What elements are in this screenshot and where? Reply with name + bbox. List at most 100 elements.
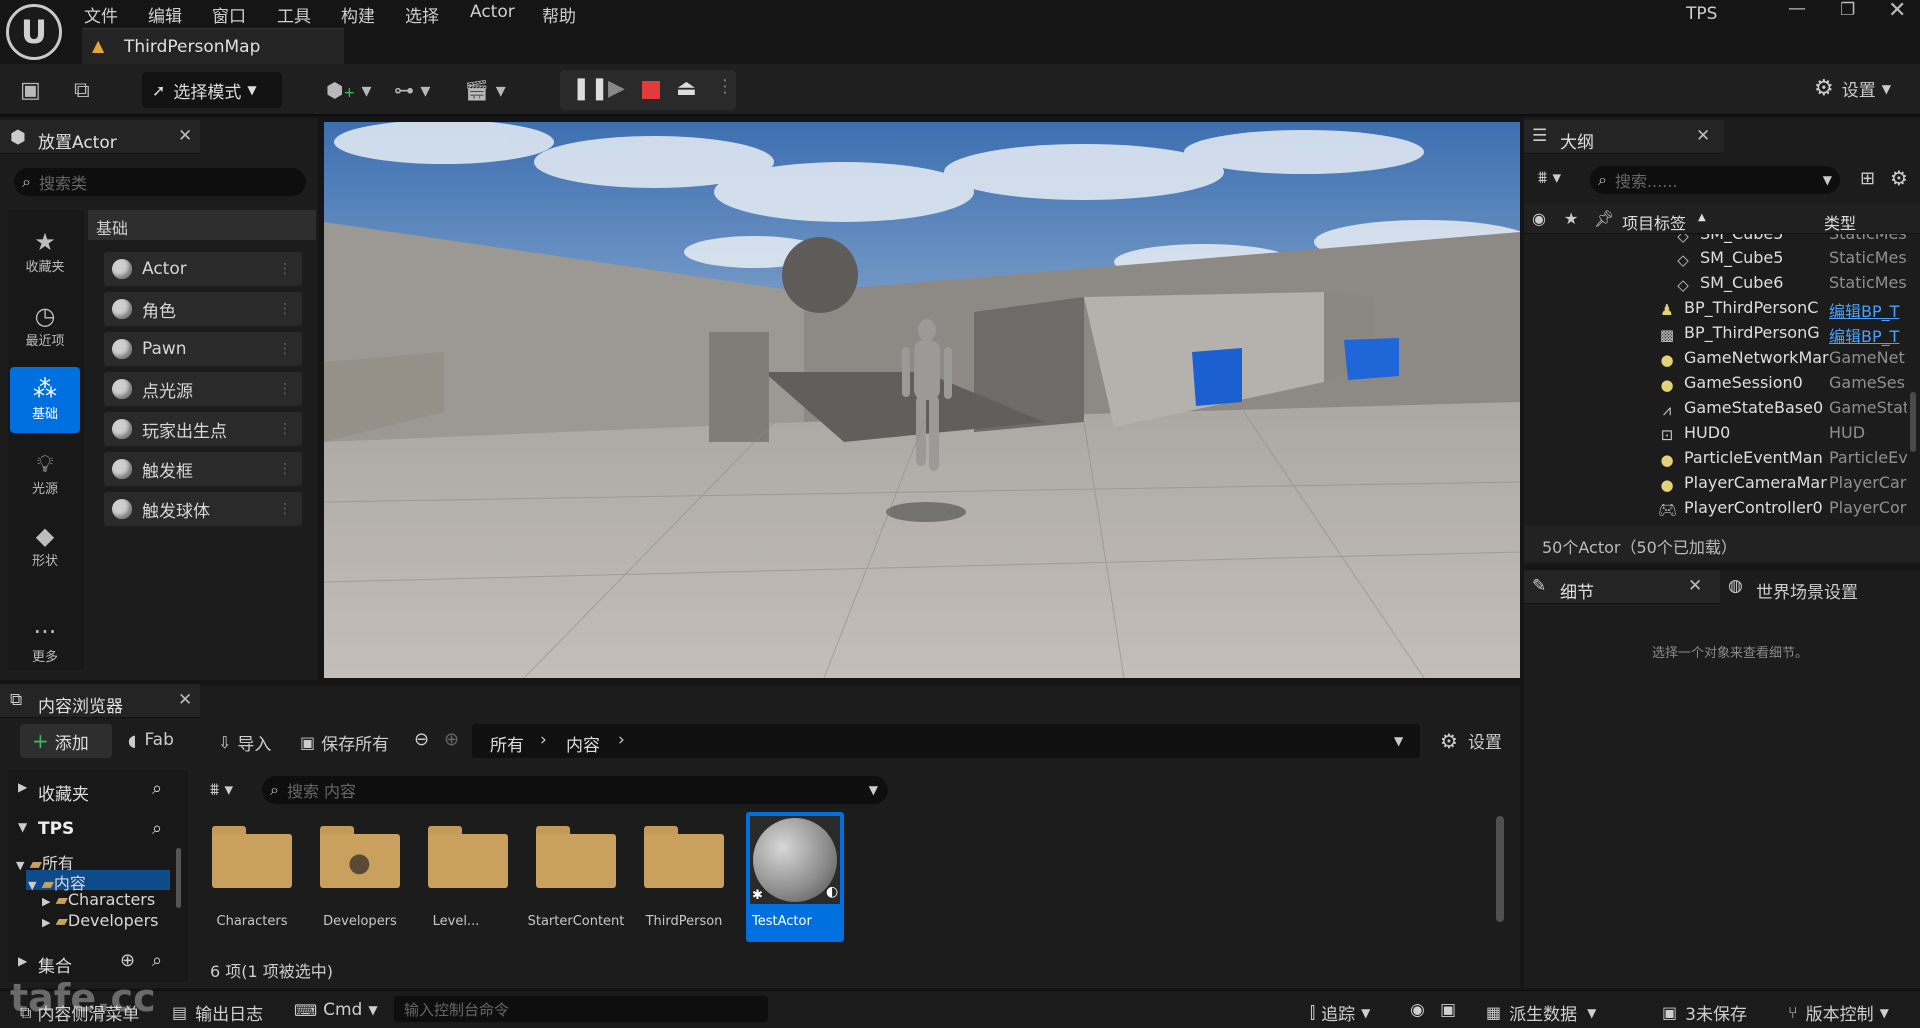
back-icon[interactable]: ⊖ (414, 729, 429, 750)
project-section[interactable]: TPS (38, 819, 74, 839)
browse-icon[interactable]: ⧉ (74, 78, 90, 103)
table-row[interactable]: ● GameSession0 GameSes (1524, 373, 1914, 398)
asset-scrollbar[interactable] (1496, 816, 1504, 922)
eye-icon[interactable]: ◉ (1532, 209, 1546, 228)
chevron-right-icon[interactable]: ▶ (18, 780, 27, 794)
table-row[interactable]: ● GameNetworkMar GameNet (1524, 348, 1914, 373)
table-row[interactable]: ⩘ GameStateBase0 GameStat (1524, 398, 1914, 423)
star-icon[interactable]: ★ (1564, 209, 1578, 228)
search-icon[interactable]: ⌕ (152, 950, 162, 971)
chevron-right-icon[interactable]: ▶ (18, 954, 27, 968)
collections-section[interactable]: 集合 (38, 952, 72, 977)
menu-help[interactable]: 帮助 (542, 2, 576, 27)
minimize-icon[interactable]: — (1788, 0, 1806, 19)
column-label[interactable]: 项目标签 (1622, 210, 1686, 234)
close-window-icon[interactable]: ✕ (1888, 0, 1906, 23)
search-icon[interactable]: ⌕ (152, 818, 162, 839)
menu-select[interactable]: 选择 (405, 2, 439, 27)
actor-item[interactable]: 触发球体 ⋮ (104, 492, 302, 526)
nav-more[interactable]: ··· 更多 (10, 610, 80, 676)
add-button[interactable]: + 添加 (20, 724, 112, 758)
edit-blueprint-link[interactable]: 编辑BP_T (1829, 323, 1907, 347)
import-button[interactable]: ⇩ 导入 (218, 730, 271, 755)
chevron-down-icon[interactable]: ▼ (18, 820, 27, 834)
blueprint-icon[interactable]: ⊶ ▾ (394, 78, 430, 102)
table-row[interactable]: ⊡ HUD0 HUD (1524, 423, 1914, 448)
close-icon[interactable]: ✕ (178, 126, 192, 146)
actor-item[interactable]: Pawn ⋮ (104, 332, 302, 366)
content-search[interactable]: ⌕ 搜索 内容 ▼ (262, 776, 888, 804)
cinematics-icon[interactable]: 🎬︎ ▾ (464, 78, 506, 102)
column-type[interactable]: 类型 (1824, 210, 1856, 234)
restore-icon[interactable]: ❐ (1840, 0, 1855, 20)
outliner-search[interactable]: ⌕ 搜索...... ▼ (1590, 166, 1840, 194)
forward-icon[interactable]: ⊕ (444, 729, 459, 750)
derived-data-button[interactable]: ▦ 派生数据 ▼ (1486, 1000, 1596, 1025)
favorites-section[interactable]: 收藏夹 (38, 780, 89, 805)
pause-icon[interactable]: ❚❚ (572, 76, 609, 101)
chevron-down-icon[interactable]: ▼ (1394, 734, 1403, 748)
cmd-button[interactable]: ⌨ Cmd ▼ (294, 1000, 378, 1020)
folder-level[interactable] (428, 826, 508, 888)
trace-button[interactable]: ⫿ 追踪 ▼ (1310, 1000, 1370, 1026)
content-settings-button[interactable]: ⚙ 设置 (1440, 728, 1502, 754)
menu-edit[interactable]: 编辑 (148, 2, 182, 27)
actor-item[interactable]: 触发框 ⋮ (104, 452, 302, 486)
folder-starter-content[interactable] (536, 826, 616, 888)
nav-favorites[interactable]: ★ 收藏夹 (10, 220, 80, 286)
table-row[interactable]: ♟ BP_ThirdPersonC 编辑BP_T (1524, 298, 1914, 323)
close-icon[interactable]: ✕ (178, 690, 192, 710)
pin-icon[interactable]: 📌︎ (1594, 209, 1614, 228)
screenshot-icon[interactable]: ▣ (1440, 1000, 1456, 1020)
menu-tools[interactable]: 工具 (277, 2, 311, 27)
folder-third-person[interactable] (644, 826, 724, 888)
step-icon[interactable]: ▶︎ (608, 76, 625, 101)
close-icon[interactable]: ✕ (1696, 126, 1710, 146)
tree-item-characters[interactable]: ▶ ▰Characters (42, 890, 155, 909)
table-row[interactable]: ● ParticleEventMan ParticleEv (1524, 448, 1914, 473)
tree-item-developers[interactable]: ▶ ▰Developers (42, 911, 159, 930)
nav-recent[interactable]: ◷ 最近项 (10, 294, 80, 360)
add-collection-icon[interactable]: ⊕ (120, 950, 135, 971)
table-row[interactable]: 🎮︎ PlayerController0 PlayerCor (1524, 498, 1914, 520)
actor-item[interactable]: 玩家出生点 ⋮ (104, 412, 302, 446)
table-row[interactable]: ▩ BP_ThirdPersonG 编辑BP_T (1524, 323, 1914, 348)
menu-build[interactable]: 构建 (341, 2, 375, 27)
place-actors-search[interactable]: ⌕ 搜索类 (14, 168, 306, 196)
actor-item[interactable]: 角色 ⋮ (104, 292, 302, 326)
nav-lights[interactable]: 💡︎ 光源 (10, 442, 80, 508)
output-log-button[interactable]: ▤ 输出日志 (172, 1000, 263, 1025)
close-icon[interactable]: ✕ (1688, 576, 1702, 596)
console-input[interactable]: 输入控制台命令 (394, 996, 768, 1022)
new-folder-icon[interactable]: ⊞ (1860, 168, 1875, 189)
gear-icon[interactable]: ⚙ (1890, 166, 1908, 190)
nav-shapes[interactable]: ◆ 形状 (10, 514, 80, 580)
fab-button[interactable]: ◖ Fab (128, 730, 174, 750)
edit-blueprint-link[interactable]: 编辑BP_T (1829, 298, 1907, 322)
level-viewport[interactable] (324, 122, 1520, 678)
path-content[interactable]: 内容 (566, 731, 600, 756)
table-row[interactable]: ◇SM_Cube5StaticMes (1524, 234, 1914, 249)
table-row[interactable]: ◇SM_Cube5StaticMes (1524, 248, 1914, 273)
table-row[interactable]: ◇ SM_Cube6 StaticMes (1524, 273, 1914, 298)
folder-developers[interactable]: ● (320, 826, 400, 888)
table-row[interactable]: ● PlayerCameraMar PlayerCar (1524, 473, 1914, 498)
path-bar[interactable] (472, 724, 1420, 758)
menu-window[interactable]: 窗口 (212, 2, 246, 27)
actor-item[interactable]: 点光源 ⋮ (104, 372, 302, 406)
record-icon[interactable]: ◉ (1410, 1000, 1425, 1020)
unsaved-button[interactable]: ▣ 3未保存 (1662, 1000, 1747, 1025)
source-control-button[interactable]: ⑂ 版本控制 ▼ (1788, 1000, 1889, 1025)
more-options-icon[interactable]: ⋮ (716, 76, 734, 97)
nav-basic[interactable]: ⁂ 基础 (10, 367, 80, 433)
filter-icon[interactable]: ⩩ ▾ (1538, 168, 1561, 188)
eject-icon[interactable]: ⏏ (676, 76, 697, 101)
settings-button[interactable]: ⚙ 设置 ▼ (1814, 76, 1891, 101)
unreal-logo[interactable]: U (6, 4, 62, 60)
save-icon[interactable]: ▣ (20, 78, 41, 103)
menu-actor[interactable]: Actor (470, 2, 515, 22)
stop-icon[interactable] (642, 81, 660, 99)
tree-scrollbar[interactable] (176, 848, 181, 908)
outliner-tab[interactable] (1524, 120, 1724, 154)
world-settings-tab[interactable]: 世界场景设置 (1756, 578, 1858, 603)
